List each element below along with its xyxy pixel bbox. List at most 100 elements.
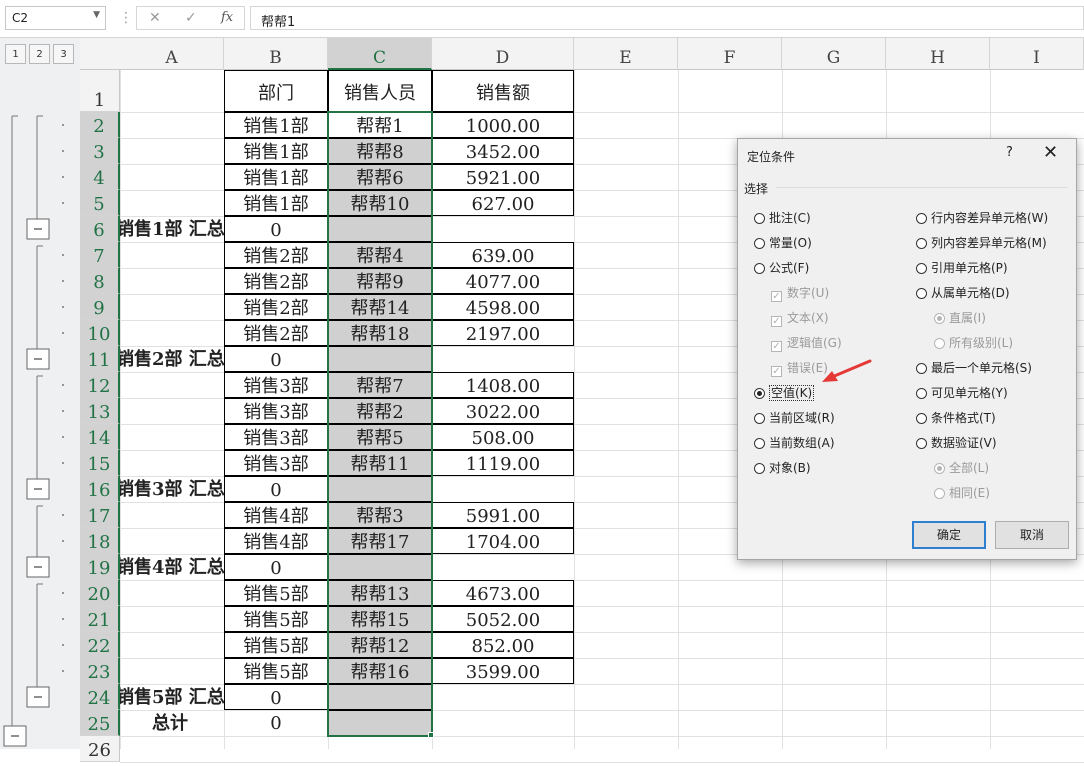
cell-b14[interactable]: 销售3部 — [224, 424, 328, 450]
radio-left-1[interactable]: 批注(C) — [754, 209, 811, 226]
cell-c15[interactable]: 帮帮11 — [328, 450, 432, 476]
cell-a23[interactable] — [116, 658, 224, 684]
row-header-26[interactable]: 26 — [80, 736, 120, 762]
row-header-15[interactable]: 15 — [80, 450, 120, 476]
cell-a17[interactable] — [116, 502, 224, 528]
cell-c26[interactable] — [328, 736, 432, 762]
row-header-7[interactable]: 7 — [80, 242, 120, 268]
row-header-2[interactable]: 2 — [80, 112, 120, 138]
cell-c4[interactable]: 帮帮6 — [328, 164, 432, 190]
cell-d3[interactable]: 3452.00 — [432, 138, 574, 164]
cell-d10[interactable]: 2197.00 — [432, 320, 574, 346]
row-header-6[interactable]: 6 — [80, 216, 120, 242]
cell-d25[interactable] — [432, 710, 574, 736]
cell-b4[interactable]: 销售1部 — [224, 164, 328, 190]
cancel-button[interactable]: 取消 — [995, 521, 1069, 549]
cell-c25[interactable] — [328, 710, 432, 736]
radio-right-2[interactable]: 列内容差异单元格(M) — [916, 234, 1047, 251]
row-header-20[interactable]: 20 — [80, 580, 120, 606]
radio-left-9[interactable]: 当前区域(R) — [754, 409, 835, 426]
cell-d4[interactable]: 5921.00 — [432, 164, 574, 190]
cell-a5[interactable] — [116, 190, 224, 216]
cell-b11[interactable]: 0 — [224, 346, 328, 372]
row-header-3[interactable]: 3 — [80, 138, 120, 164]
cell-b12[interactable]: 销售3部 — [224, 372, 328, 398]
cell-b7[interactable]: 销售2部 — [224, 242, 328, 268]
row-header-4[interactable]: 4 — [80, 164, 120, 190]
cell-c17[interactable]: 帮帮3 — [328, 502, 432, 528]
cell-d6[interactable] — [432, 216, 574, 242]
cell-d26[interactable] — [432, 736, 574, 762]
cell-d18[interactable]: 1704.00 — [432, 528, 574, 554]
cell-a14[interactable] — [116, 424, 224, 450]
cell-d24[interactable] — [432, 684, 574, 710]
close-icon[interactable]: ✕ — [1043, 142, 1058, 163]
cell-d17[interactable]: 5991.00 — [432, 502, 574, 528]
cell-d21[interactable]: 5052.00 — [432, 606, 574, 632]
cell-d14[interactable]: 508.00 — [432, 424, 574, 450]
cell-b19[interactable]: 0 — [224, 554, 328, 580]
fill-handle[interactable] — [428, 732, 434, 738]
cell-a19[interactable]: 销售4部 汇总 — [116, 554, 224, 580]
radio-right-8[interactable]: 可见单元格(Y) — [916, 384, 1008, 401]
cell-a22[interactable] — [116, 632, 224, 658]
cell-d5[interactable]: 627.00 — [432, 190, 574, 216]
cell-c13[interactable]: 帮帮2 — [328, 398, 432, 424]
radio-left-8[interactable]: 空值(K) — [754, 384, 815, 401]
cell-b21[interactable]: 销售5部 — [224, 606, 328, 632]
cell-b2[interactable]: 销售1部 — [224, 112, 328, 138]
row-header-23[interactable]: 23 — [80, 658, 120, 684]
cell-b20[interactable]: 销售5部 — [224, 580, 328, 606]
cell-a10[interactable] — [116, 320, 224, 346]
cell-a15[interactable] — [116, 450, 224, 476]
radio-right-3[interactable]: 引用单元格(P) — [916, 259, 1008, 276]
cell-b1[interactable]: 部门 — [224, 70, 328, 112]
cell-c6[interactable] — [328, 216, 432, 242]
row-header-11[interactable]: 11 — [80, 346, 120, 372]
cell-d1[interactable]: 销售额 — [432, 70, 574, 112]
cell-d16[interactable] — [432, 476, 574, 502]
cell-d7[interactable]: 639.00 — [432, 242, 574, 268]
row-header-8[interactable]: 8 — [80, 268, 120, 294]
radio-right-7[interactable]: 最后一个单元格(S) — [916, 359, 1032, 376]
cell-a6[interactable]: 销售1部 汇总 — [116, 216, 224, 242]
help-icon[interactable]: ? — [1006, 145, 1013, 160]
cell-a16[interactable]: 销售3部 汇总 — [116, 476, 224, 502]
cell-c14[interactable]: 帮帮5 — [328, 424, 432, 450]
cell-b22[interactable]: 销售5部 — [224, 632, 328, 658]
cell-b24[interactable]: 0 — [224, 684, 328, 710]
cell-a4[interactable] — [116, 164, 224, 190]
cell-a26[interactable] — [116, 736, 224, 762]
cell-b15[interactable]: 销售3部 — [224, 450, 328, 476]
cell-b6[interactable]: 0 — [224, 216, 328, 242]
cell-c12[interactable]: 帮帮7 — [328, 372, 432, 398]
radio-left-3[interactable]: 公式(F) — [754, 259, 809, 276]
cell-b13[interactable]: 销售3部 — [224, 398, 328, 424]
cell-c18[interactable]: 帮帮17 — [328, 528, 432, 554]
cell-a18[interactable] — [116, 528, 224, 554]
cell-c19[interactable] — [328, 554, 432, 580]
cell-a21[interactable] — [116, 606, 224, 632]
cell-a12[interactable] — [116, 372, 224, 398]
cell-b5[interactable]: 销售1部 — [224, 190, 328, 216]
cell-d23[interactable]: 3599.00 — [432, 658, 574, 684]
cell-b18[interactable]: 销售4部 — [224, 528, 328, 554]
cell-c7[interactable]: 帮帮4 — [328, 242, 432, 268]
cell-d20[interactable]: 4673.00 — [432, 580, 574, 606]
cell-c16[interactable] — [328, 476, 432, 502]
row-header-14[interactable]: 14 — [80, 424, 120, 450]
cell-c8[interactable]: 帮帮9 — [328, 268, 432, 294]
radio-right-1[interactable]: 行内容差异单元格(W) — [916, 209, 1048, 226]
cell-a1[interactable] — [116, 70, 224, 112]
cell-c11[interactable] — [328, 346, 432, 372]
ok-button[interactable]: 确定 — [912, 521, 986, 549]
cell-b10[interactable]: 销售2部 — [224, 320, 328, 346]
cell-d8[interactable]: 4077.00 — [432, 268, 574, 294]
cell-c24[interactable] — [328, 684, 432, 710]
row-header-24[interactable]: 24 — [80, 684, 120, 710]
cell-b16[interactable]: 0 — [224, 476, 328, 502]
cell-c3[interactable]: 帮帮8 — [328, 138, 432, 164]
cell-c21[interactable]: 帮帮15 — [328, 606, 432, 632]
cell-a24[interactable]: 销售5部 汇总 — [116, 684, 224, 710]
cell-d11[interactable] — [432, 346, 574, 372]
